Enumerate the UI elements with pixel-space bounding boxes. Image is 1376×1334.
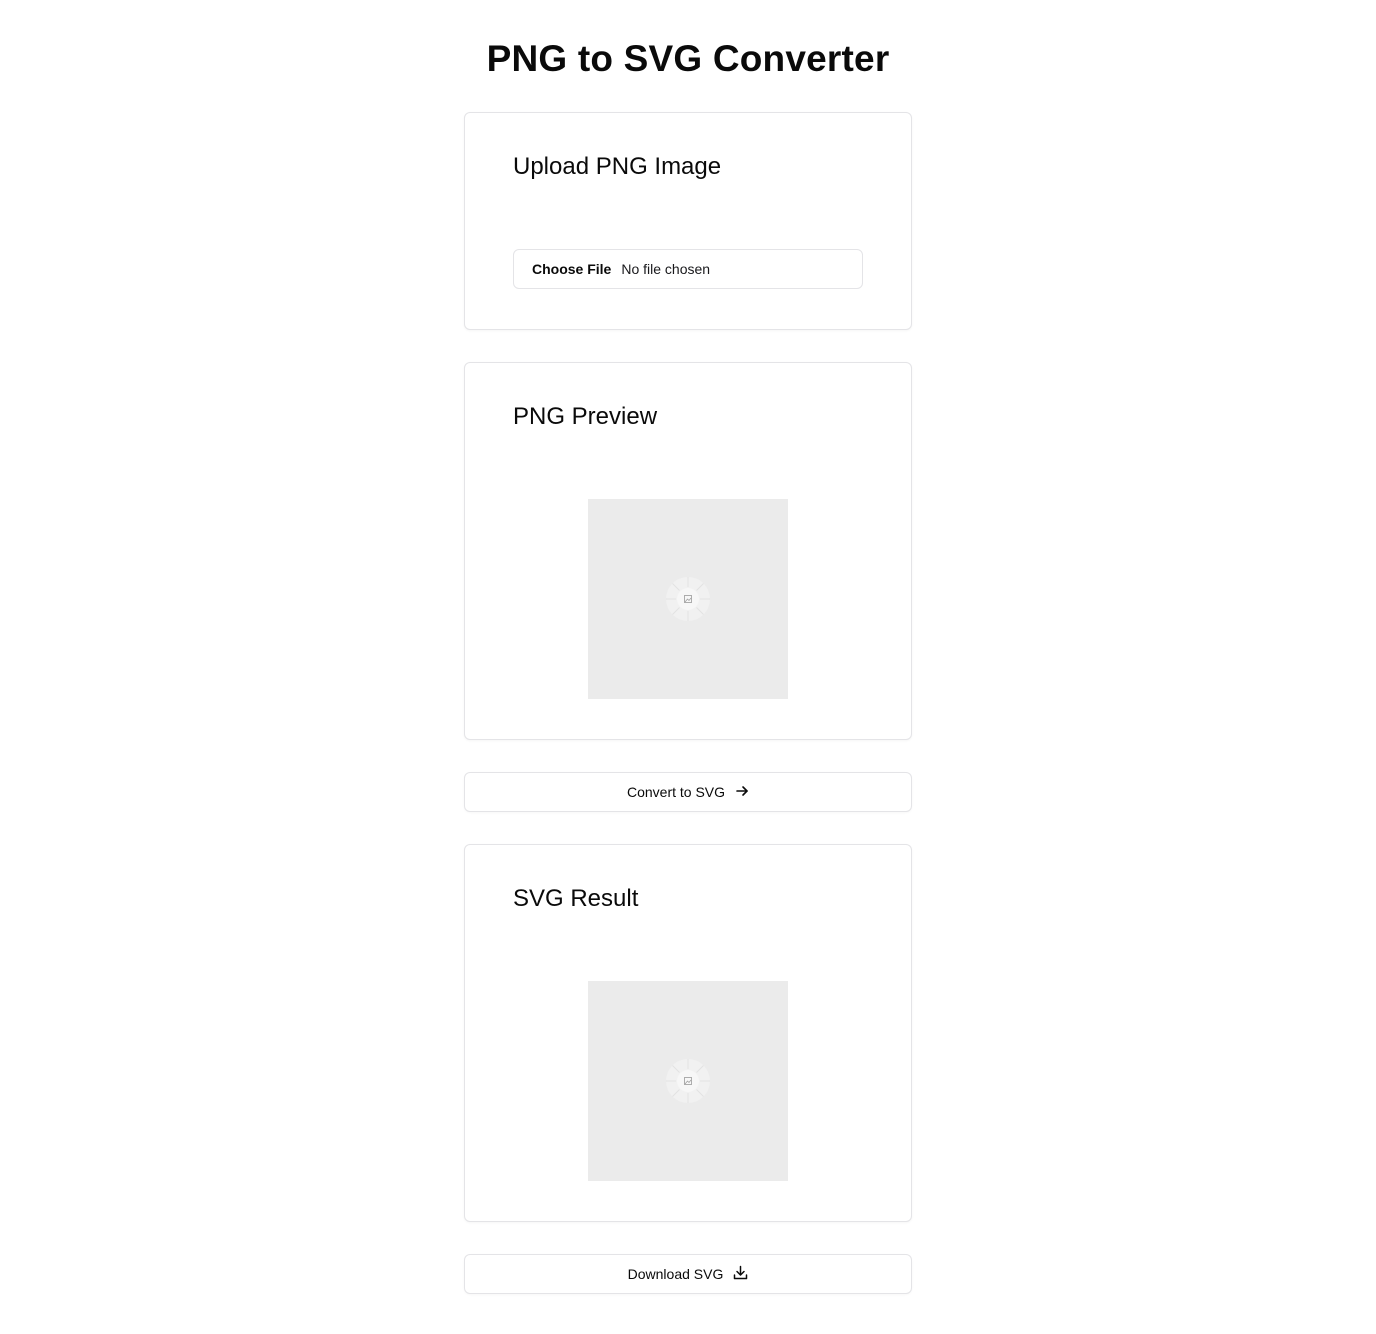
upload-card-title: Upload PNG Image: [513, 153, 722, 180]
page: PNG to SVG Converter Upload PNG Image Ch…: [0, 0, 1376, 1334]
download-button-label: Download SVG: [627, 1266, 724, 1282]
upload-card: Upload PNG Image Choose File No file cho…: [464, 112, 912, 330]
file-input[interactable]: Choose File No file chosen: [513, 249, 863, 289]
png-preview-image: [588, 499, 788, 699]
png-preview-card: PNG Preview: [464, 362, 912, 740]
image-placeholder-icon: [664, 575, 712, 623]
svg-result-card: SVG Result: [464, 844, 912, 1222]
download-svg-button[interactable]: Download SVG: [464, 1254, 912, 1294]
download-icon: [733, 1265, 748, 1283]
arrow-right-icon: [735, 784, 749, 801]
choose-file-button[interactable]: Choose File: [532, 261, 611, 277]
file-status-text: No file chosen: [621, 261, 711, 277]
image-placeholder-icon: [664, 1057, 712, 1105]
png-preview-title: PNG Preview: [513, 403, 658, 430]
convert-to-svg-button[interactable]: Convert to SVG: [464, 772, 912, 812]
svg-result-title: SVG Result: [513, 885, 639, 912]
page-title: PNG to SVG Converter: [486, 38, 890, 79]
convert-button-label: Convert to SVG: [626, 784, 726, 800]
svg-result-image: [588, 981, 788, 1181]
